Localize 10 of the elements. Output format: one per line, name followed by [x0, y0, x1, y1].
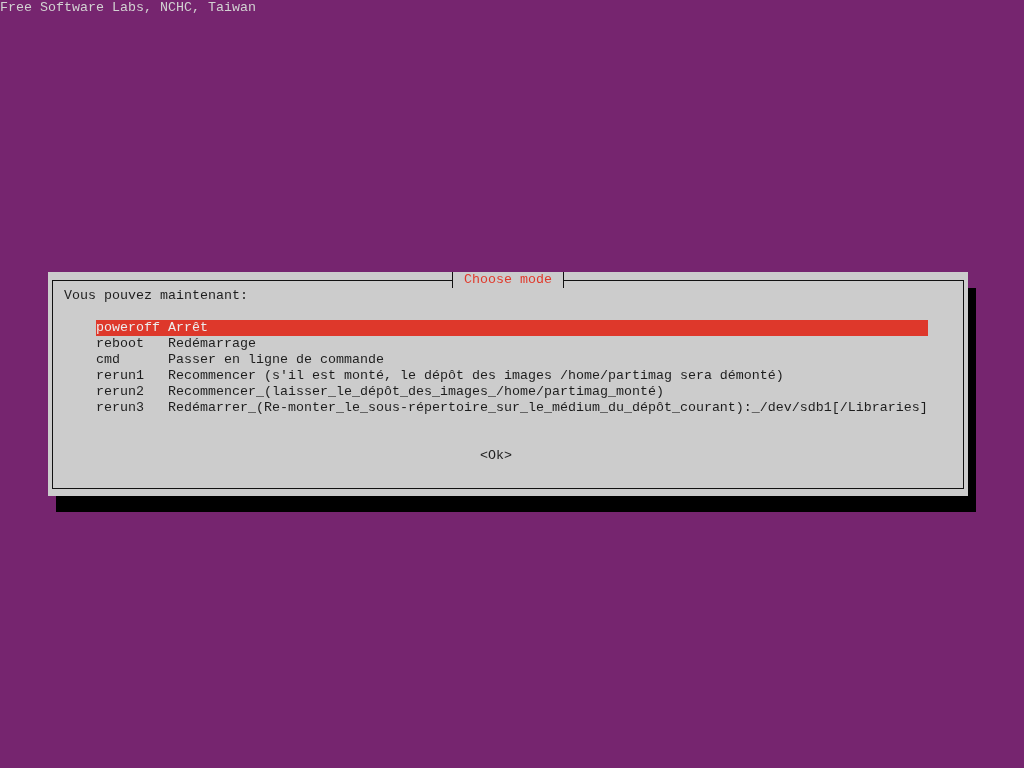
menu-option[interactable]: rerun3 Redémarrer_(Re-monter_le_sous-répertoire_sur_le_médium_du_dépôt_courant):_/dev/sdb1[/Libraries] [96, 400, 928, 416]
menu-option[interactable]: poweroff Arrêt [96, 320, 928, 336]
dialog-title: Choose mode [452, 272, 564, 288]
banner-text: Free Software Labs, NCHC, Taiwan [0, 0, 256, 16]
ok-button[interactable]: <Ok> [480, 448, 512, 464]
menu-option[interactable]: cmd Passer en ligne de commande [96, 352, 928, 368]
menu-option[interactable]: rerun1 Recommencer (s'il est monté, le dépôt des images /home/partimag sera démonté) [96, 368, 928, 384]
menu-option[interactable]: reboot Redémarrage [96, 336, 928, 352]
prompt-text: Vous pouvez maintenant: [64, 288, 248, 304]
menu-option[interactable]: rerun2 Recommencer_(laisser_le_dépôt_des_images_/home/partimag_monté) [96, 384, 928, 400]
